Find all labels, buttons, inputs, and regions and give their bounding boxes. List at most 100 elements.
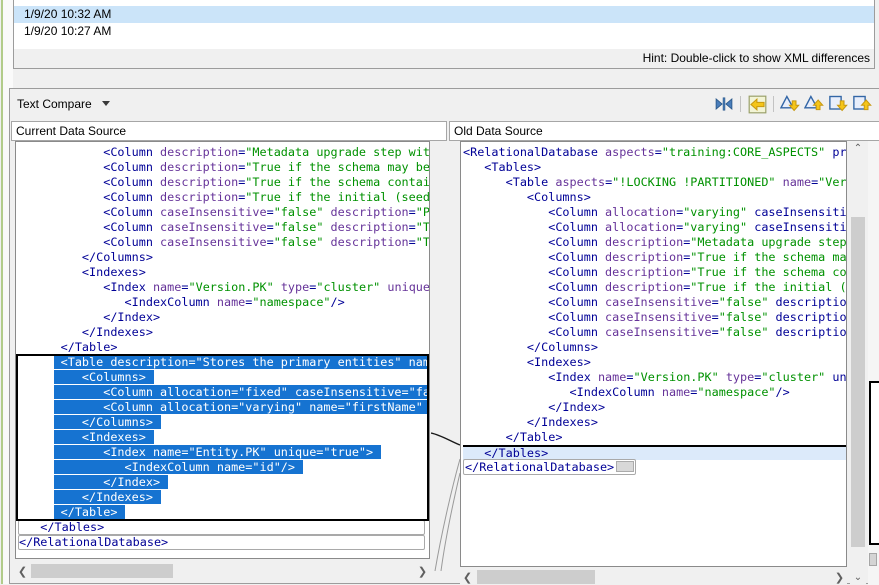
code-line: </Table>	[18, 340, 429, 355]
code-line: <Column caseInsensitive="false" descript…	[18, 235, 429, 250]
scrollbar-thumb[interactable]	[851, 217, 865, 547]
code-line: <Column description="True if the schema …	[18, 175, 429, 190]
code-line: <Columns>	[463, 190, 846, 205]
code-line: <Column description="True if the schema …	[463, 265, 846, 280]
next-change-icon	[828, 94, 848, 114]
diff-connector-gutter	[431, 141, 460, 571]
code-line: </Index>	[463, 400, 846, 415]
code-line: <Index name="Version.PK" type="cluster" …	[18, 280, 429, 295]
chevron-down-icon	[102, 101, 110, 106]
copy-left-icon	[748, 95, 767, 114]
next-difference-icon	[780, 94, 800, 114]
left-pane-title-text: Current Data Source	[16, 124, 126, 138]
code-line: <Column description="True if the schema …	[18, 160, 429, 175]
code-line: <Columns>	[18, 370, 429, 385]
code-line: <Column allocation="varying" name="first…	[18, 400, 429, 415]
left-horizontal-scrollbar[interactable]: ❮ ❯	[15, 563, 430, 579]
code-line: </Indexes>	[463, 415, 846, 430]
scroll-left-icon[interactable]: ❮	[15, 563, 30, 579]
code-line: <IndexColumn name="namespace"/>	[18, 295, 429, 310]
code-line: <Tables>	[463, 160, 846, 175]
code-line: <Column description="True if the initial…	[463, 280, 846, 295]
scroll-up-icon[interactable]: ⌃	[850, 141, 866, 156]
timestamp-label: 1/9/20 10:27 AM	[24, 24, 111, 38]
code-line: <RelationalDatabase aspects="training:CO…	[463, 145, 846, 160]
diff-overview-ruler[interactable]	[868, 141, 879, 585]
code-line: <Column description="True if the schema …	[463, 250, 846, 265]
compare-editor: Text Compare	[9, 88, 879, 584]
scrollbar-thumb[interactable]	[477, 570, 595, 584]
hint-text: Hint: Double-click to show XML differenc…	[643, 51, 870, 65]
diff-connector-lines	[431, 141, 460, 571]
code-line: <Column allocation="fixed" caseInsensiti…	[18, 385, 429, 400]
code-line: </Columns>	[463, 340, 846, 355]
history-row[interactable]: 1/9/20 10:27 AM	[14, 23, 874, 40]
code-line: <Column allocation="varying" caseInsensi…	[463, 205, 846, 220]
right-pane-title-text: Old Data Source	[454, 124, 543, 138]
left-pane-title: Current Data Source	[11, 121, 447, 141]
code-line: </Indexes>	[18, 490, 429, 505]
code-line: <Column description="Metadata upgrade st…	[463, 235, 846, 250]
code-line: </Index>	[18, 310, 429, 325]
code-line: </Index>	[18, 475, 429, 490]
code-line: <Indexes>	[463, 355, 846, 370]
mirror-compare-icon	[715, 95, 733, 113]
code-line: <Table description="Stores the primary e…	[18, 355, 429, 370]
compare-mode-dropdown[interactable]: Text Compare	[17, 96, 110, 114]
history-row[interactable]: 1/9/20 10:32 AM	[14, 6, 874, 23]
switch-left-right-button[interactable]	[713, 94, 735, 114]
history-list[interactable]: 1/9/20 10:32 AM 1/9/20 10:27 AM Hint: Do…	[13, 0, 875, 69]
code-line: <Column caseInsensitive="false" descript…	[463, 310, 846, 325]
left-code-pane[interactable]: <Column description="Metadata upgrade st…	[15, 141, 430, 559]
overview-diff-marker[interactable]	[869, 553, 877, 566]
code-line: <Indexes>	[18, 430, 429, 445]
scroll-down-icon[interactable]: ⌄	[850, 570, 866, 585]
hint-bar: Hint: Double-click to show XML differenc…	[14, 49, 874, 68]
code-line: </Columns>	[18, 250, 429, 265]
code-line: </Table>	[463, 430, 846, 445]
code-line: </RelationalDatabase>	[18, 535, 425, 550]
code-line: </Tables>	[463, 445, 846, 460]
right-vertical-scrollbar[interactable]: ⌃ ⌄	[850, 141, 866, 585]
scroll-left-icon[interactable]: ❮	[460, 569, 475, 585]
previous-difference-button[interactable]	[803, 94, 825, 114]
code-line: <Column allocation="varying" caseInsensi…	[463, 220, 846, 235]
code-line: </RelationalDatabase>	[463, 460, 846, 475]
left-edge-accent	[1, 0, 3, 584]
scrollbar-thumb[interactable]	[31, 564, 173, 578]
timestamp-label: 1/9/20 10:32 AM	[24, 7, 111, 21]
previous-difference-icon	[804, 94, 824, 114]
diff-handle	[616, 461, 634, 472]
code-line: <Indexes>	[18, 265, 429, 280]
code-line: <Table aspects="!LOCKING !PARTITIONED" n…	[463, 175, 846, 190]
code-line: <Index name="Version.PK" type="cluster" …	[463, 370, 846, 385]
scroll-right-icon[interactable]: ❯	[415, 563, 430, 579]
right-pane-title: Old Data Source	[449, 121, 879, 141]
previous-change-button[interactable]	[851, 94, 873, 114]
copy-all-right-to-left-button[interactable]	[746, 94, 768, 114]
code-line: </Indexes>	[18, 325, 429, 340]
code-line: </Table>	[18, 505, 429, 520]
next-change-button[interactable]	[827, 94, 849, 114]
right-horizontal-scrollbar[interactable]: ❮ ❯	[460, 569, 847, 585]
code-line: <Column caseInsensitive="false" descript…	[18, 205, 429, 220]
code-line: <Index name="Entity.PK" unique="true">	[18, 445, 429, 460]
code-line: <IndexColumn name="id"/>	[18, 460, 429, 475]
code-line: <IndexColumn name="namespace"/>	[463, 385, 846, 400]
overview-current-diff-marker[interactable]	[869, 381, 879, 545]
scroll-right-icon[interactable]: ❯	[832, 569, 847, 585]
code-line: </Tables>	[18, 520, 425, 535]
compare-toolbar	[713, 93, 873, 115]
code-line: </Columns>	[18, 415, 429, 430]
next-difference-button[interactable]	[779, 94, 801, 114]
code-line: <Column description="True if the initial…	[18, 190, 429, 205]
right-code-pane[interactable]: <RelationalDatabase aspects="training:CO…	[460, 141, 847, 567]
previous-change-icon	[852, 94, 872, 114]
code-line: <Column description="Metadata upgrade st…	[18, 145, 429, 160]
code-line: <Column caseInsensitive="false" descript…	[18, 220, 429, 235]
code-line: <Column caseInsensitive="false" descript…	[463, 295, 846, 310]
toolbar-separator	[773, 96, 774, 112]
code-line: <Column caseInsensitive="false" descript…	[463, 325, 846, 340]
toolbar-separator	[740, 96, 741, 112]
compare-mode-label: Text Compare	[17, 97, 92, 111]
